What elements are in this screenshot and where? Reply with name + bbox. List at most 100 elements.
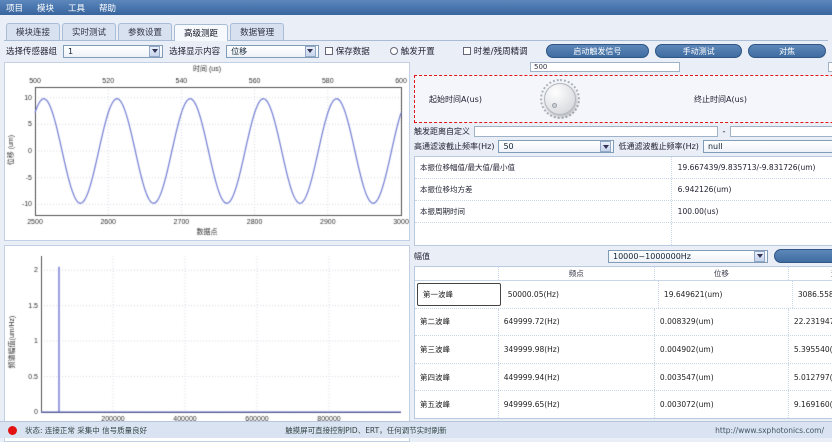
disp-cell: 0.003547(um): [655, 364, 789, 391]
focus-button[interactable]: 对焦: [748, 44, 826, 58]
measurement-info-table: 本振位移幅值/最大值/最小值 19.667439/9.835713/-9.831…: [414, 156, 832, 246]
info-value: 100.00(us): [672, 207, 832, 216]
end-time-knob-label: 终止时间A(us): [694, 94, 747, 105]
save-data-checkbox[interactable]: [325, 47, 333, 55]
main-area: 500 600 起始时间A(us) 终止时间A(us) 触发距离自定义 -: [0, 61, 832, 421]
filter-row: 高通滤波截止频率(Hz) 50 低通滤波截止频率(Hz) null: [414, 140, 832, 153]
time-knob-panel: 起始时间A(us) 终止时间A(us): [414, 75, 832, 123]
chevron-down-icon[interactable]: [305, 46, 316, 57]
vel-cell: 3086.558676(mm/s): [793, 281, 832, 308]
start-trigger-button[interactable]: 启动触发信号: [546, 44, 650, 58]
trigger-radio-group[interactable]: 触发开置: [390, 45, 435, 57]
disp-cell: 0.003072(um): [655, 391, 789, 418]
status-bar: 状态: 连接正常 采集中 信号质量良好 触摸屏可直接控制PID、ERT，任何调节…: [0, 421, 832, 438]
start-time-input[interactable]: 500: [530, 62, 680, 72]
header-cell: 速度: [789, 267, 832, 280]
tab-realtime-test[interactable]: 实时测试: [62, 23, 116, 40]
peak-name-cell[interactable]: 第五波峰: [415, 391, 499, 418]
info-label: 本振位移幅值/最大值/最小值: [415, 157, 672, 178]
freq-cell: 949999.65(Hz): [499, 391, 655, 418]
amplitude-range-select[interactable]: 10000~1000000Hz: [608, 250, 768, 263]
start-time-knob[interactable]: [544, 83, 576, 115]
tab-advanced-ranging[interactable]: 高级测距: [174, 24, 228, 41]
info-row: 本振周期时间 100.00(us): [415, 201, 832, 223]
tab-parameter-settings[interactable]: 参数设置: [118, 23, 172, 40]
menu-item-help[interactable]: 帮助: [99, 2, 116, 14]
info-label: [415, 223, 672, 245]
manual-test-button[interactable]: 手动测试: [655, 44, 742, 58]
header-cell: [415, 267, 499, 280]
chevron-down-icon[interactable]: [149, 46, 160, 57]
table-row[interactable]: 第三波峰 349999.98(Hz) 0.004902(um) 5.395540…: [415, 336, 832, 364]
peak-name-cell[interactable]: 第三波峰: [415, 336, 499, 363]
table-row[interactable]: 第二波峰 649999.72(Hz) 0.008329(um) 22.23194…: [415, 309, 832, 337]
status-middle-text: 触摸屏可直接控制PID、ERT，任何调节实时刷新: [285, 425, 447, 436]
info-row: 本振位移均方差 6.942126(um): [415, 179, 832, 201]
lowpass-select[interactable]: null: [703, 140, 832, 153]
amplitude-label: 幅值: [414, 251, 430, 262]
vel-cell: 22.231947(mm/s): [789, 309, 832, 336]
spectrum-chart[interactable]: [5, 246, 409, 438]
peak-name-cell[interactable]: 第二波峰: [415, 309, 499, 336]
info-row: 本振位移幅值/最大值/最小值 19.667439/9.835713/-9.831…: [415, 157, 832, 179]
toolbar: 选择传感器组 1 选择显示内容 位移 保存数据 触发开置 时差/残周精调 启动触…: [0, 41, 832, 61]
peak-table: 频点 位移 速度 加速度 第一波峰 50000.05(Hz) 19.649621…: [414, 266, 832, 419]
amplitude-range-value: 10000~1000000Hz: [613, 252, 691, 261]
freq-cell: 50000.05(Hz): [503, 281, 659, 308]
save-data-label: 保存数据: [336, 45, 370, 57]
distance-separator: -: [722, 127, 725, 137]
peak-name-cell[interactable]: 第一波峰: [417, 283, 501, 306]
sensor-group-label: 选择传感器组: [6, 45, 57, 57]
highpass-select[interactable]: 50: [498, 140, 614, 153]
tab-data-management[interactable]: 数据管理: [230, 23, 284, 40]
disp-cell: 19.649621(um): [659, 281, 793, 308]
disp-cell: 0.008329(um): [655, 309, 789, 336]
amplitude-row: 幅值 10000~1000000Hz 再定义: [414, 249, 832, 263]
vel-cell: 9.169160(mm/s): [789, 391, 832, 418]
vel-cell: 5.012797(mm/s): [789, 364, 832, 391]
save-data-checkbox-group[interactable]: 保存数据: [325, 45, 370, 57]
display-content-select[interactable]: 位移: [226, 45, 319, 58]
chevron-down-icon[interactable]: [754, 251, 765, 262]
freq-cell: 649999.72(Hz): [499, 309, 655, 336]
lowpass-value: null: [708, 142, 723, 151]
table-row[interactable]: 第五波峰 949999.65(Hz) 0.003072(um) 9.169160…: [415, 391, 832, 418]
start-time-knob-ring: [540, 79, 580, 119]
display-content-label: 选择显示内容: [169, 45, 220, 57]
custom-distance-label: 触发距离自定义: [414, 126, 470, 137]
spectrum-chart-panel: [4, 245, 410, 442]
distance-to-input[interactable]: [730, 126, 832, 137]
lowpass-label: 低通滤波截止频率(Hz): [618, 141, 698, 152]
info-value: 19.667439/9.835713/-9.831726(um): [672, 163, 832, 172]
end-time-input[interactable]: 600: [828, 62, 832, 72]
control-column: 500 600 起始时间A(us) 终止时间A(us) 触发距离自定义 -: [414, 62, 832, 419]
chevron-down-icon[interactable]: [600, 141, 611, 152]
peak-name-cell[interactable]: 第四波峰: [415, 364, 499, 391]
delay-inputs-row: 500 600: [414, 62, 832, 72]
highpass-value: 50: [503, 142, 513, 151]
menu-item-module[interactable]: 模块: [37, 2, 54, 14]
sensor-group-select[interactable]: 1: [63, 45, 163, 58]
time-domain-chart[interactable]: [5, 63, 409, 237]
fine-tune-checkbox[interactable]: [463, 47, 471, 55]
tab-module-connect[interactable]: 模块连接: [6, 23, 60, 40]
tab-strip: 模块连接 实时测试 参数设置 高级测距 数据管理: [0, 15, 832, 40]
menu-item-tools[interactable]: 工具: [68, 2, 85, 14]
menu-bar: 项目 模块 工具 帮助: [0, 0, 832, 15]
disp-cell: 0.004902(um): [655, 336, 789, 363]
peak-table-header: 频点 位移 速度 加速度: [415, 267, 832, 281]
redefine-button[interactable]: 再定义: [774, 249, 832, 263]
table-row[interactable]: 第四波峰 449999.94(Hz) 0.003547(um) 5.012797…: [415, 364, 832, 392]
status-left-text: 状态: 连接正常 采集中 信号质量良好: [25, 425, 147, 436]
knob-indicator-icon: [552, 103, 557, 108]
distance-from-input[interactable]: [474, 126, 718, 137]
header-cell: 位移: [655, 267, 789, 280]
fine-tune-checkbox-group[interactable]: 时差/残周精调: [463, 45, 528, 57]
table-row[interactable]: 第一波峰 50000.05(Hz) 19.649621(um) 3086.558…: [415, 281, 832, 309]
info-value: 6.942126(um): [672, 185, 832, 194]
time-domain-chart-panel: [4, 62, 410, 241]
trigger-radio[interactable]: [390, 47, 398, 55]
status-url[interactable]: http://www.sxphotonics.com/: [715, 426, 824, 435]
start-time-knob-group: 起始时间A(us): [429, 79, 694, 119]
menu-item-project[interactable]: 项目: [6, 2, 23, 14]
